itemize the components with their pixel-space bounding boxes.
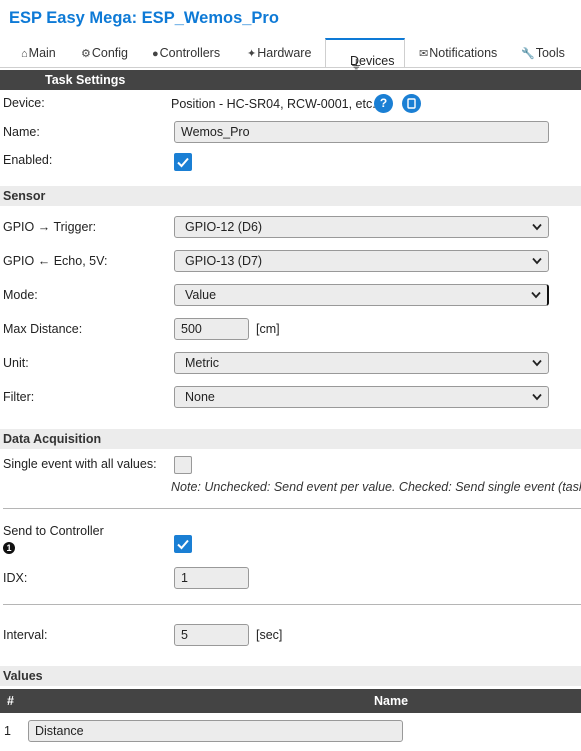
send-to-controller-checkbox[interactable] <box>174 535 192 553</box>
device-label: Device: <box>3 96 45 110</box>
send-to-controller-label: Send to Controller <box>3 524 104 538</box>
name-input[interactable]: Wemos_Pro <box>174 121 549 143</box>
trigger-select[interactable]: GPIO-12 (D6) <box>174 216 549 238</box>
controller-number-badge-icon: 1 <box>3 542 15 554</box>
sensor-section-header: Sensor <box>0 186 581 206</box>
chevron-down-icon <box>532 393 542 401</box>
tab-controllers[interactable]: ●Controllers <box>152 46 220 60</box>
filter-label: Filter: <box>3 390 35 404</box>
mode-select[interactable]: Value <box>174 284 549 306</box>
column-header-name: Name <box>374 694 409 708</box>
gear-icon: ⚙ <box>81 48 91 60</box>
interval-label: Interval: <box>3 628 48 642</box>
task-settings-header: Task Settings <box>0 70 581 90</box>
info-button-icon[interactable] <box>402 94 421 113</box>
divider <box>3 508 581 509</box>
single-event-label: Single event with all values: <box>3 457 157 471</box>
wrench-icon: 🔧 <box>521 48 535 60</box>
checkmark-icon <box>177 157 189 168</box>
tab-hardware[interactable]: ✦Hardware <box>247 46 311 60</box>
values-table-header: # Name <box>0 689 581 713</box>
tab-tools[interactable]: 🔧Tools <box>521 46 565 60</box>
unit-label: Unit: <box>3 356 29 370</box>
unit-select[interactable]: Metric <box>174 352 549 374</box>
chevron-down-icon <box>532 223 542 231</box>
divider <box>3 604 581 605</box>
tab-bar: ⌂Main ⚙Config ●Controllers ✦Hardware ⏚ De… <box>0 38 581 72</box>
row-number: 1 <box>4 724 11 738</box>
echo-label: GPIO ← Echo, 5V: <box>3 254 108 268</box>
house-icon: ⌂ <box>21 48 28 60</box>
table-row: 1 Distance <box>0 716 581 746</box>
enabled-label: Enabled: <box>3 153 53 167</box>
column-header-number: # <box>7 694 14 708</box>
interval-unit: [sec] <box>256 628 283 642</box>
device-value: Position - HC-SR04, RCW-0001, etc. <box>171 97 376 111</box>
checkmark-icon <box>177 539 189 550</box>
tab-notifications[interactable]: ✉Notifications <box>419 46 497 60</box>
idx-label: IDX: <box>3 571 28 585</box>
enabled-checkbox[interactable] <box>174 153 192 171</box>
help-icon[interactable]: ? <box>374 94 393 113</box>
envelope-icon: ✉ <box>419 48 429 60</box>
single-event-checkbox[interactable] <box>174 456 192 474</box>
page-title: ESP Easy Mega: ESP_Wemos_Pro <box>9 9 279 27</box>
filter-select[interactable]: None <box>174 386 549 408</box>
tab-devices[interactable]: ⏚ Devices <box>325 38 405 72</box>
chevron-down-icon <box>531 291 541 299</box>
name-label: Name: <box>3 125 40 139</box>
tab-config[interactable]: ⚙Config <box>81 46 128 60</box>
value-name-input[interactable]: Distance <box>28 720 403 742</box>
single-event-note: Note: Unchecked: Send event per value. C… <box>171 480 581 494</box>
echo-select[interactable]: GPIO-13 (D7) <box>174 250 549 272</box>
max-distance-label: Max Distance: <box>3 322 83 336</box>
interval-input[interactable]: 5 <box>174 624 249 646</box>
max-distance-input[interactable]: 500 <box>174 318 249 340</box>
chevron-down-icon <box>532 257 542 265</box>
speech-bubble-icon: ● <box>152 48 159 60</box>
chevron-down-icon <box>532 359 542 367</box>
data-acquisition-section-header: Data Acquisition <box>0 429 581 449</box>
idx-input[interactable]: 1 <box>174 567 249 589</box>
mode-label: Mode: <box>3 288 38 302</box>
tab-main[interactable]: ⌂Main <box>21 46 56 60</box>
trigger-label: GPIO → Trigger: <box>3 220 97 234</box>
pin-icon: ✦ <box>247 48 257 60</box>
values-section-header: Values <box>0 666 581 686</box>
max-distance-unit: [cm] <box>256 322 280 336</box>
